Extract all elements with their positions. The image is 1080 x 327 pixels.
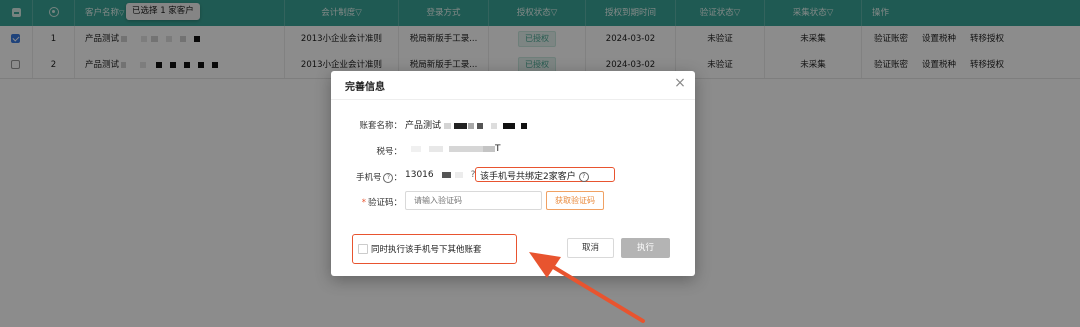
redaction-mark xyxy=(454,122,468,129)
redaction-mark xyxy=(521,122,528,129)
redaction-mark xyxy=(441,171,451,178)
redaction-mark xyxy=(454,171,463,178)
complete-info-dialog: 完善信息 × 账套名称： 产品测试 税号： T 手机号?： 13016? 该手机… xyxy=(331,71,695,276)
notice-help-icon[interactable]: ? xyxy=(578,171,589,182)
redaction-mark xyxy=(483,145,495,152)
dialog-title: 完善信息 xyxy=(345,82,385,93)
help-icon[interactable]: ? xyxy=(383,172,394,183)
close-icon[interactable]: × xyxy=(673,76,687,90)
code-label-wrap: * 验证码： xyxy=(334,196,402,208)
apply-all-checkbox[interactable] xyxy=(358,244,368,254)
redaction-mark xyxy=(429,145,443,152)
apply-all-label[interactable]: 同时执行该手机号下其他账套 xyxy=(371,243,482,255)
account-name-value: 产品测试 xyxy=(405,118,528,131)
cancel-button[interactable]: 取消 xyxy=(567,238,614,258)
bound-customers-notice: 该手机号共绑定2家客户? xyxy=(475,167,615,182)
tax-number-label: 税号： xyxy=(376,147,402,157)
phone-label: 手机号 xyxy=(355,173,382,183)
redaction-mark xyxy=(411,145,421,152)
redaction-mark xyxy=(468,122,475,129)
required-mark: * xyxy=(361,198,366,208)
bound-customers-text: 该手机号共绑定2家客户? xyxy=(480,169,589,182)
phone-number-text: 13016 xyxy=(405,170,434,180)
redaction-mark xyxy=(477,122,484,129)
verification-code-input[interactable] xyxy=(405,191,542,210)
get-code-button[interactable]: 获取验证码 xyxy=(546,191,604,210)
apply-all-option[interactable]: 同时执行该手机号下其他账套 xyxy=(352,234,517,264)
bound-customers-label: 该手机号共绑定2家客户 xyxy=(480,172,576,182)
redaction-mark xyxy=(491,122,498,129)
phone-label-wrap: 手机号?： xyxy=(355,172,402,183)
redaction-mark xyxy=(444,122,452,129)
account-name-text: 产品测试 xyxy=(405,121,442,131)
dialog-divider xyxy=(331,99,695,100)
execute-button[interactable]: 执行 xyxy=(621,238,670,258)
account-name-label: 账套名称： xyxy=(359,121,402,131)
redaction-mark xyxy=(449,145,483,152)
code-label: 验证码： xyxy=(367,198,402,208)
redaction-mark xyxy=(503,122,516,129)
tax-number-value: T xyxy=(405,144,501,154)
tax-number-suffix: T xyxy=(495,144,501,154)
phone-value: 13016? xyxy=(405,170,475,180)
